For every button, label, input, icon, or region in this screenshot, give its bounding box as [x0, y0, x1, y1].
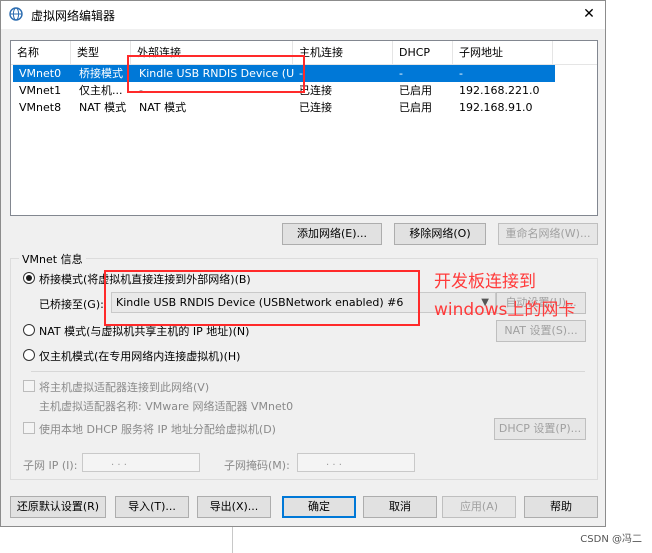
add-network-button[interactable]: 添加网络(E)... [282, 223, 382, 245]
vmnet-info-label: VMnet 信息 [19, 251, 86, 267]
row-type: NAT 模式 [79, 101, 127, 114]
row-type: 仅主机... [79, 84, 123, 97]
row-type: 桥接模式 [79, 67, 123, 80]
row-name: VMnet1 [19, 84, 62, 97]
apply-button[interactable]: 应用(A) [442, 496, 516, 518]
annotation-text-line1: 开发板连接到 [434, 272, 536, 292]
subnet-mask-input[interactable]: . . . [297, 453, 415, 472]
col-subnet[interactable]: 子网地址 [453, 41, 553, 64]
host-only-radio[interactable] [23, 349, 35, 361]
row-subnet: 192.168.91.0 [459, 101, 533, 114]
row-dhcp: 已启用 [399, 84, 432, 97]
connect-adapter-checkbox[interactable] [23, 380, 35, 392]
annotation-box-external [127, 55, 305, 93]
bridged-radio[interactable] [23, 272, 35, 284]
dhcp-settings-button[interactable]: DHCP 设置(P)... [494, 418, 586, 440]
subnet-ip-input[interactable]: . . . [82, 453, 200, 472]
row-subnet: 192.168.221.0 [459, 84, 540, 97]
annotation-text-line2: windows上的网卡 [434, 300, 576, 320]
row-host: 已连接 [299, 84, 332, 97]
dhcp-checkbox[interactable] [23, 422, 35, 434]
nat-radio[interactable] [23, 324, 35, 336]
rename-network-button[interactable]: 重命名网络(W)... [498, 223, 598, 245]
title-bar: 虚拟网络编辑器 ✕ [1, 1, 605, 29]
watermark: CSDN @冯二 [580, 534, 642, 545]
row-name: VMnet0 [19, 67, 62, 80]
dhcp-label[interactable]: 使用本地 DHCP 服务将 IP 地址分配给虚拟机(D) [39, 421, 276, 437]
row-host: 已连接 [299, 101, 332, 114]
host-only-label[interactable]: 仅主机模式(在专用网络内连接虚拟机)(H) [39, 348, 240, 364]
row-name: VMnet8 [19, 101, 62, 114]
ok-button[interactable]: 确定 [282, 496, 356, 518]
row-dhcp: - [399, 67, 403, 80]
col-name[interactable]: 名称 [11, 41, 71, 64]
bridged-to-label: 已桥接至(G): [39, 298, 104, 311]
row-host: - [299, 67, 303, 80]
nat-settings-button[interactable]: NAT 设置(S)... [496, 320, 586, 342]
close-icon[interactable]: ✕ [579, 4, 599, 24]
import-button[interactable]: 导入(T)... [115, 496, 189, 518]
restore-defaults-button[interactable]: 还原默认设置(R) [10, 496, 106, 518]
col-dhcp[interactable]: DHCP [393, 41, 453, 64]
row-external: NAT 模式 [139, 101, 187, 114]
subnet-mask-label: 子网掩码(M): [224, 459, 290, 472]
adapter-name-label: 主机虚拟适配器名称: VMware 网络适配器 VMnet0 [39, 400, 294, 413]
row-subnet: - [459, 67, 463, 80]
window-title: 虚拟网络编辑器 [31, 9, 116, 23]
connect-adapter-label[interactable]: 将主机虚拟适配器连接到此网络(V) [39, 379, 209, 395]
table-row[interactable]: VMnet8 NAT 模式 NAT 模式 已连接 已启用 192.168.91.… [13, 99, 555, 116]
cancel-button[interactable]: 取消 [363, 496, 437, 518]
row-dhcp: 已启用 [399, 101, 432, 114]
divider [31, 371, 585, 372]
export-button[interactable]: 导出(X)... [197, 496, 271, 518]
col-host[interactable]: 主机连接 [293, 41, 393, 64]
annotation-box-bridged [104, 270, 420, 326]
help-button[interactable]: 帮助 [524, 496, 598, 518]
network-globe-icon [9, 7, 23, 21]
background-divider [232, 527, 233, 553]
remove-network-button[interactable]: 移除网络(O) [394, 223, 486, 245]
col-type[interactable]: 类型 [71, 41, 131, 64]
subnet-ip-label: 子网 IP (I): [23, 459, 78, 472]
